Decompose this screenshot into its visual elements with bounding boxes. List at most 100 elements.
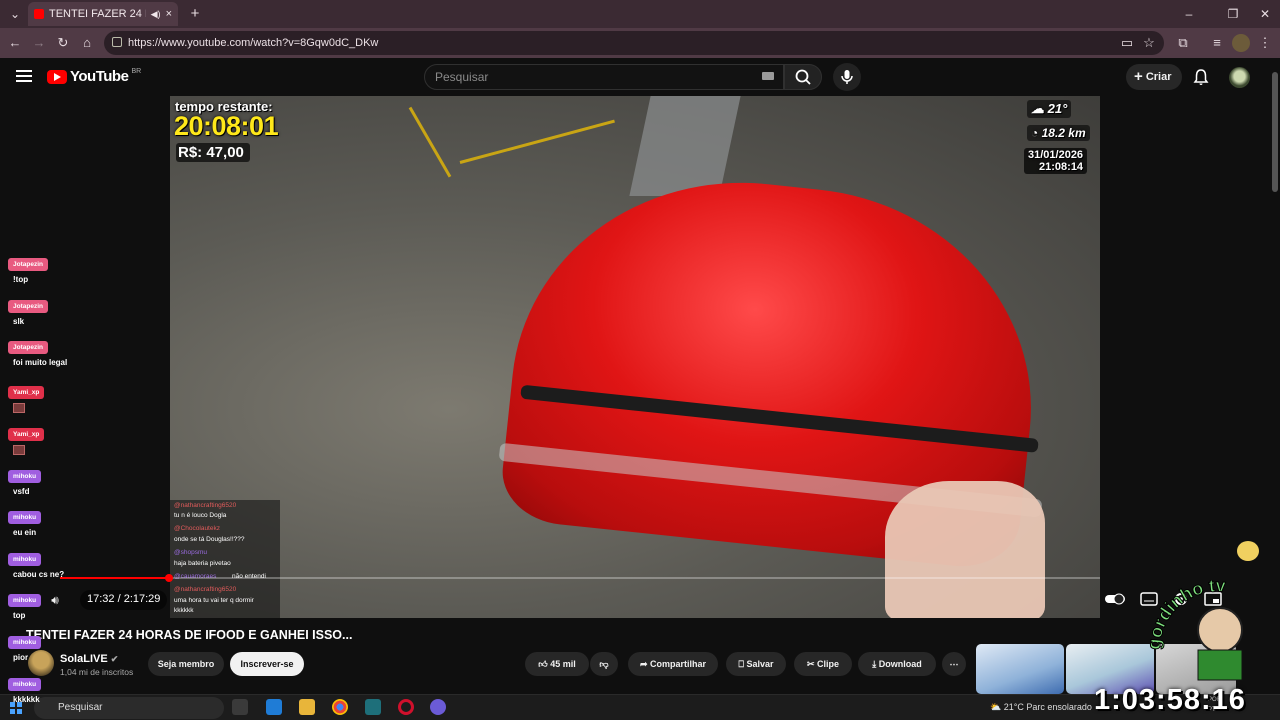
create-label: Criar bbox=[1145, 71, 1172, 83]
voice-search-button[interactable] bbox=[833, 63, 861, 91]
chrome-icon[interactable] bbox=[332, 699, 348, 715]
join-button[interactable]: Seja membro bbox=[148, 652, 224, 676]
volume-icon[interactable]: 🔊︎ bbox=[46, 591, 64, 609]
scissors-icon: ✂ bbox=[806, 659, 815, 669]
like-count: 45 mil bbox=[550, 659, 576, 669]
bookmark-star-icon[interactable]: ☆ bbox=[1140, 34, 1158, 52]
clip-button[interactable]: ✂ Clipe bbox=[794, 652, 852, 676]
extensions-icon[interactable]: ⧉ bbox=[1174, 34, 1192, 52]
side-chat-message: kkkkkk bbox=[13, 695, 40, 704]
close-window-icon[interactable]: ✕ bbox=[1254, 5, 1276, 23]
side-chat-user: Yami_xp bbox=[8, 428, 45, 441]
side-chat-message: cabou cs ne? bbox=[13, 570, 65, 579]
side-chat-emote-icon bbox=[13, 445, 25, 455]
chat-user: @shopsmu bbox=[174, 549, 207, 556]
reload-icon[interactable]: ↻ bbox=[54, 34, 72, 52]
subscriber-count: 1,04 mi de inscritos bbox=[60, 667, 134, 677]
more-dots-icon: ⋯ bbox=[949, 659, 959, 669]
profile-icon[interactable] bbox=[1232, 34, 1250, 52]
side-chat-message: pior bbox=[13, 653, 29, 662]
side-chat-user: Jotapezin bbox=[8, 300, 48, 313]
weather-overlay: ☁ 21° bbox=[1027, 100, 1072, 118]
file-explorer-icon[interactable] bbox=[299, 699, 315, 715]
share-button[interactable]: ➦ Compartilhar bbox=[628, 652, 718, 676]
search-button[interactable] bbox=[784, 64, 822, 90]
chat-message: tu n é louco Dogla bbox=[174, 512, 227, 519]
hamburger-menu-icon[interactable] bbox=[16, 70, 32, 82]
microphone-icon bbox=[841, 70, 853, 84]
url-field[interactable]: https://www.youtube.com/watch?v=8Gqw0dC_… bbox=[104, 31, 1164, 55]
site-info-icon[interactable] bbox=[112, 37, 122, 47]
youtube-favicon-icon bbox=[34, 9, 44, 19]
side-chat-message: vsfd bbox=[13, 487, 30, 496]
side-chat-message: eu ein bbox=[13, 528, 37, 537]
channel-avatar[interactable] bbox=[28, 650, 54, 676]
notifications-bell-icon[interactable] bbox=[1193, 68, 1209, 86]
discord-icon[interactable] bbox=[430, 699, 446, 715]
time-value: 21:08:14 bbox=[1039, 161, 1084, 173]
new-tab-button[interactable]: + bbox=[184, 5, 206, 23]
thumbs-down-icon: 👎︎ bbox=[599, 659, 609, 669]
browser-address-bar: ← → ↻ ⌂ https://www.youtube.com/watch?v=… bbox=[0, 28, 1280, 58]
browser-tab-active[interactable]: TENTEI FAZER 24 HORAS DE IFOOD E GANHEI … bbox=[28, 2, 178, 26]
video-title: TENTEI FAZER 24 HORAS DE IFOOD E GANHEI … bbox=[26, 628, 353, 642]
minimize-window-icon[interactable]: – bbox=[1178, 5, 1200, 23]
taskbar-weather-text: 21°C Parc ensolarado bbox=[1003, 702, 1092, 712]
subscribe-button[interactable]: Inscrever-se bbox=[230, 652, 304, 676]
keyboard-icon[interactable] bbox=[762, 72, 774, 80]
progress-scrubber[interactable] bbox=[165, 574, 173, 582]
back-arrow-icon[interactable]: ← bbox=[6, 34, 24, 52]
side-chat-user: mihoku bbox=[8, 678, 42, 691]
share-icon: ➦ bbox=[639, 659, 648, 669]
video-player[interactable] bbox=[170, 96, 1100, 618]
tab-audio-icon[interactable]: ◀) bbox=[151, 9, 161, 20]
side-chat-user: Jotapezin bbox=[8, 341, 48, 354]
distance-value: 18.2 km bbox=[1041, 126, 1086, 140]
opera-icon[interactable] bbox=[398, 699, 414, 715]
bookmark-icon: ⎕ bbox=[738, 659, 744, 669]
money-counter: R$: 47,00 bbox=[176, 143, 250, 162]
player-right-letterbox bbox=[1100, 96, 1270, 618]
phone-mount bbox=[629, 96, 741, 196]
channel-name[interactable]: SolaLIVE ✔ bbox=[60, 653, 118, 665]
youtube-logo[interactable]: YouTube BR bbox=[47, 68, 141, 85]
emoji-face-icon bbox=[1237, 541, 1259, 561]
taskbar-search-input[interactable]: Pesquisar bbox=[34, 697, 224, 719]
autoplay-toggle-icon[interactable] bbox=[1104, 591, 1126, 607]
tab-list-chevron-icon[interactable]: ⌄ bbox=[4, 5, 26, 23]
progress-bar[interactable] bbox=[170, 577, 1100, 579]
distance-overlay: ◔ 18.2 km bbox=[1027, 125, 1090, 141]
side-chat-user: Jotapezin bbox=[8, 258, 48, 271]
reading-list-icon[interactable]: ≡ bbox=[1208, 34, 1226, 52]
task-view-icon[interactable] bbox=[232, 699, 248, 715]
datetime-overlay: 31/01/2026 21:08:14 bbox=[1024, 148, 1088, 174]
create-button[interactable]: + Criar bbox=[1126, 64, 1182, 90]
save-button[interactable]: ⎕ Salvar bbox=[726, 652, 786, 676]
like-button[interactable]: 👍︎ 45 mil bbox=[525, 652, 589, 676]
chat-user: @Chocolautekz bbox=[174, 525, 220, 532]
store-icon[interactable] bbox=[266, 699, 282, 715]
speedometer-icon: ◔ bbox=[1031, 126, 1039, 140]
search-input[interactable]: Pesquisar bbox=[424, 64, 784, 90]
account-avatar[interactable] bbox=[1229, 67, 1250, 88]
download-button[interactable]: ⤓ Download bbox=[858, 652, 936, 676]
side-chat-user: mihoku bbox=[8, 511, 42, 524]
taskbar-weather[interactable]: ⛅ 21°C Parc ensolarado bbox=[990, 702, 1092, 713]
remaining-time-value: 20:08:01 bbox=[174, 111, 279, 141]
browser-tab-bar: ⌄ TENTEI FAZER 24 HORAS DE IFOOD E GANHE… bbox=[0, 0, 1280, 28]
suggested-video-thumbnail[interactable] bbox=[976, 644, 1064, 694]
thumbs-up-icon: 👍︎ bbox=[538, 659, 548, 669]
cast-icon[interactable]: ▭ bbox=[1118, 34, 1136, 52]
restore-window-icon[interactable]: ❐ bbox=[1222, 5, 1244, 23]
forward-arrow-icon[interactable]: → bbox=[30, 34, 48, 52]
browser-menu-icon[interactable]: ⋮ bbox=[1256, 34, 1274, 52]
chat-message: uma hora tu vai ter q dormir kkkkkk bbox=[174, 597, 254, 614]
dislike-button[interactable]: 👎︎ bbox=[590, 652, 618, 676]
parking-line bbox=[408, 106, 452, 178]
more-actions-button[interactable]: ⋯ bbox=[942, 652, 966, 676]
tab-close-icon[interactable]: × bbox=[166, 8, 172, 20]
app-icon[interactable] bbox=[365, 699, 381, 715]
page-scrollbar[interactable] bbox=[1272, 72, 1278, 192]
side-chat-user: mihoku bbox=[8, 594, 42, 607]
home-icon[interactable]: ⌂ bbox=[78, 34, 96, 52]
